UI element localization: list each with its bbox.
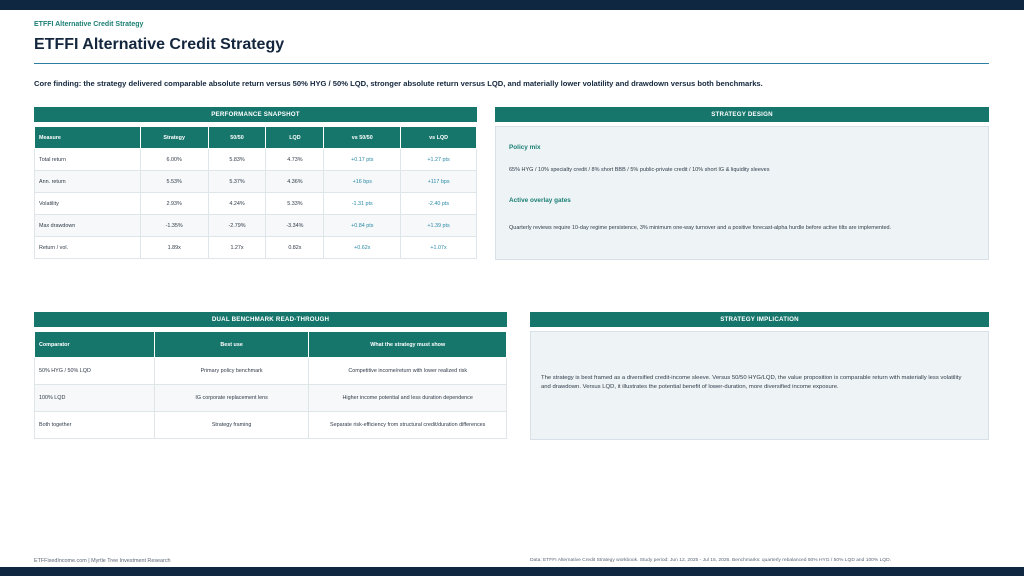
column-header: Comparator [34,331,155,358]
column-header: vs LQD [400,126,477,149]
delta-cell: +117 bps [400,170,477,193]
value-cell: 2.93% [139,192,209,215]
value-cell: 6.00% [139,148,209,171]
page-title: ETFFI Alternative Credit Strategy [34,36,285,53]
column-header: LQD [265,126,325,149]
measure-cell: Max drawdown [34,214,141,237]
column-header: 50/50 [207,126,267,149]
measure-cell: Return / vol. [34,236,141,259]
table-row: 100% LQD IG corporate replacement lens H… [34,384,507,412]
footer-source: ETFFixedIncome.com | Myrtle Tree Investm… [34,558,171,564]
table-row: Ann. return 5.53% 5.37% 4.36% +16 bps +1… [34,170,477,193]
must-show-cell: Higher income potential and less duratio… [308,384,507,412]
delta-cell: +1.07x [400,236,477,259]
comparator-cell: Both together [34,411,155,439]
performance-header-row: Measure Strategy 50/50 LQD vs 50/50 vs L… [34,126,477,149]
table-row: Volatility 2.93% 4.24% 5.33% -1.31 pts -… [34,192,477,215]
value-cell: -1.35% [139,214,209,237]
must-show-cell: Separate risk-efficiency from structural… [308,411,507,439]
must-show-cell: Competitive income/return with lower rea… [308,357,507,385]
overlay-gates-title: Active overlay gates [509,197,571,204]
core-finding: Core finding: the strategy delivered com… [34,79,763,88]
value-cell: 5.53% [139,170,209,193]
policy-mix-text: 65% HYG / 10% specialty credit / 8% shor… [509,167,770,173]
value-cell: 4.24% [207,192,267,215]
column-header: Strategy [139,126,209,149]
delta-cell: +0.62x [323,236,402,259]
table-row: Return / vol. 1.89x 1.27x 0.82x +0.62x +… [34,236,477,259]
best-use-cell: IG corporate replacement lens [153,384,310,412]
design-heading: Strategy Design [495,107,989,122]
footer-data-note: Data: ETFFI Alternative Credit Strategy … [530,558,892,563]
delta-cell: +1.27 pts [400,148,477,171]
value-cell: 5.33% [265,192,325,215]
implication-heading: Strategy Implication [530,312,989,327]
benchmark-heading: Dual Benchmark Read-Through [34,312,507,327]
value-cell: 1.27x [207,236,267,259]
value-cell: 0.82x [265,236,325,259]
delta-cell: +1.39 pts [400,214,477,237]
header-kicker: ETFFI Alternative Credit Strategy [34,21,144,28]
bottom-bar [0,567,1024,576]
top-bar [0,0,1024,10]
value-cell: 4.36% [265,170,325,193]
benchmark-table: Comparator Best use What the strategy mu… [34,331,507,439]
best-use-cell: Primary policy benchmark [153,357,310,385]
table-row: Total return 6.00% 5.83% 4.73% +0.17 pts… [34,148,477,171]
implication-text: The strategy is best framed as a diversi… [541,375,962,391]
value-cell: 5.37% [207,170,267,193]
column-header: Best use [153,331,310,358]
benchmark-header-row: Comparator Best use What the strategy mu… [34,331,507,358]
delta-cell: -2.40 pts [400,192,477,215]
measure-cell: Volatility [34,192,141,215]
comparator-cell: 50% HYG / 50% LQD [34,357,155,385]
delta-cell: +0.84 pts [323,214,402,237]
comparator-cell: 100% LQD [34,384,155,412]
implication-panel: The strategy is best framed as a diversi… [530,331,989,440]
value-cell: 4.73% [265,148,325,171]
design-panel: Policy mix 65% HYG / 10% specialty credi… [495,126,989,260]
delta-cell: +16 bps [323,170,402,193]
performance-heading: Performance Snapshot [34,107,477,122]
value-cell: 1.89x [139,236,209,259]
title-divider [34,63,989,64]
column-header: What the strategy must show [308,331,507,358]
value-cell: -2.79% [207,214,267,237]
column-header: vs 50/50 [323,126,402,149]
delta-cell: +0.17 pts [323,148,402,171]
delta-cell: -1.31 pts [323,192,402,215]
value-cell: -3.34% [265,214,325,237]
column-header: Measure [34,126,141,149]
performance-table: Measure Strategy 50/50 LQD vs 50/50 vs L… [34,126,477,259]
measure-cell: Total return [34,148,141,171]
table-row: Both together Strategy framing Separate … [34,411,507,439]
policy-mix-title: Policy mix [509,144,541,151]
best-use-cell: Strategy framing [153,411,310,439]
measure-cell: Ann. return [34,170,141,193]
overlay-gates-text: Quarterly reviews require 10-day regime … [509,225,892,231]
value-cell: 5.83% [207,148,267,171]
table-row: Max drawdown -1.35% -2.79% -3.34% +0.84 … [34,214,477,237]
table-row: 50% HYG / 50% LQD Primary policy benchma… [34,357,507,385]
